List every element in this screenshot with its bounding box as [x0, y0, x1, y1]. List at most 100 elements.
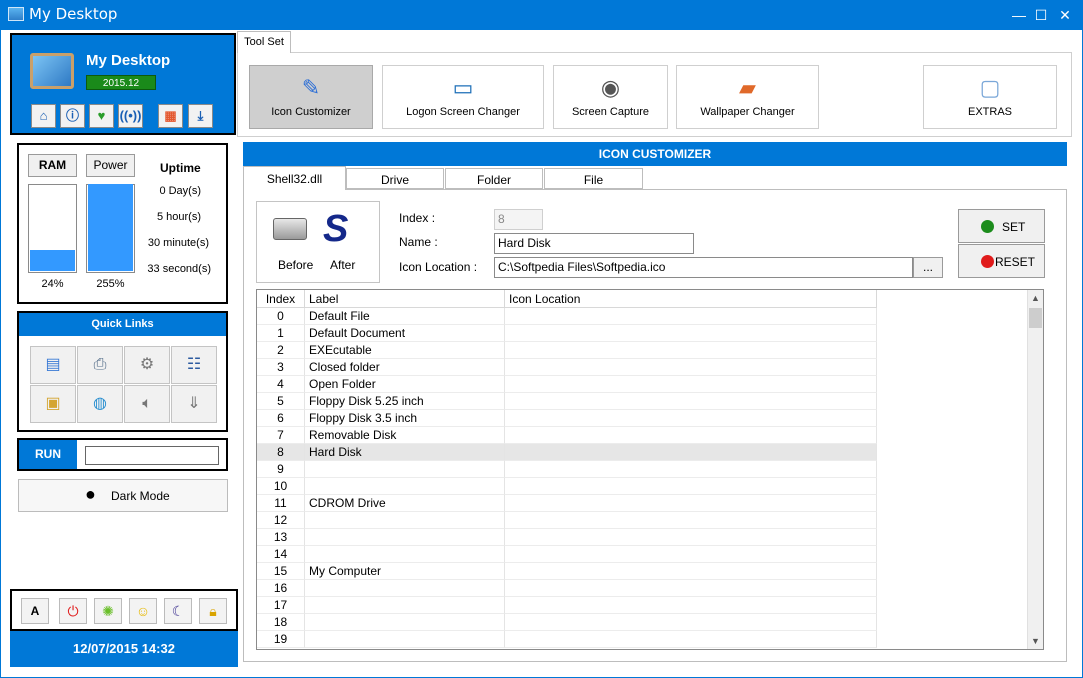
cell-label: My Computer: [305, 563, 505, 580]
table-row[interactable]: 18: [257, 614, 877, 631]
maximize-button[interactable]: ☐: [1030, 0, 1052, 30]
table-row[interactable]: 8 Hard Disk: [257, 444, 877, 461]
ram-button[interactable]: RAM: [28, 154, 77, 177]
tab-shell32[interactable]: Shell32.dll: [243, 166, 346, 190]
cell-icon-location: [505, 444, 877, 461]
tool-wallpaper-changer[interactable]: ▰ Wallpaper Changer: [676, 65, 819, 129]
name-label: Name :: [399, 235, 438, 249]
cell-index: 18: [257, 614, 305, 631]
apps-button[interactable]: ▦: [158, 104, 183, 128]
cell-index: 7: [257, 427, 305, 444]
font-size-button[interactable]: A: [21, 598, 49, 624]
table-row[interactable]: 19: [257, 631, 877, 648]
tab-drive[interactable]: Drive: [346, 168, 444, 189]
close-button[interactable]: ✕: [1054, 0, 1076, 30]
tool-logon-screen-changer[interactable]: ▭ Logon Screen Changer: [382, 65, 544, 129]
download-button[interactable]: ⤓: [188, 104, 213, 128]
moon-icon: ☾: [171, 603, 185, 619]
tool-screen-capture[interactable]: ◉ Screen Capture: [553, 65, 668, 129]
monitor-icon: ▭: [452, 75, 474, 100]
column-header-index[interactable]: Index: [257, 290, 305, 308]
cell-icon-location: [505, 342, 877, 359]
title-bar: My Desktop — ☐ ✕: [0, 0, 1083, 30]
favorite-button[interactable]: ♥: [89, 104, 114, 128]
quick-link-internet[interactable]: ◍: [77, 385, 123, 423]
minimize-button[interactable]: —: [1008, 0, 1030, 30]
cell-index: 5: [257, 393, 305, 410]
table-row[interactable]: 13: [257, 529, 877, 546]
set-button[interactable]: SET: [958, 209, 1045, 243]
quick-link-usb[interactable]: ⇓: [171, 385, 217, 423]
table-row[interactable]: 4 Open Folder: [257, 376, 877, 393]
table-row[interactable]: 11 CDROM Drive: [257, 495, 877, 512]
tool-icon-customizer[interactable]: ✎ Icon Customizer: [249, 65, 373, 129]
shutdown-button[interactable]: ⏻: [59, 598, 87, 624]
quick-link-sound[interactable]: 🔈︎: [124, 385, 170, 423]
cell-icon-location: [505, 631, 877, 648]
internet-icon: ◍: [93, 395, 107, 412]
power-percent: 255%: [96, 278, 125, 290]
run-button[interactable]: RUN: [19, 440, 77, 469]
table-row[interactable]: 0 Default File: [257, 308, 877, 325]
run-input[interactable]: [85, 446, 219, 465]
cell-icon-location: [505, 478, 877, 495]
power-button[interactable]: Power: [86, 154, 135, 177]
scroll-down-icon[interactable]: ▼: [1028, 633, 1043, 649]
table-row[interactable]: 10: [257, 478, 877, 495]
table-row[interactable]: 12: [257, 512, 877, 529]
table-row[interactable]: 17: [257, 597, 877, 614]
power-icon: ⏻: [67, 603, 79, 619]
cell-label: [305, 546, 505, 563]
table-row[interactable]: 7 Removable Disk: [257, 427, 877, 444]
quick-link-printer[interactable]: ⎙: [77, 346, 123, 384]
cell-icon-location: [505, 529, 877, 546]
table-row[interactable]: 5 Floppy Disk 5.25 inch: [257, 393, 877, 410]
icon-location-field[interactable]: C:\Softpedia Files\Softpedia.ico: [494, 257, 913, 278]
desktop-logo-icon: [30, 53, 74, 89]
tab-file[interactable]: File: [544, 168, 643, 189]
quick-links-title: Quick Links: [19, 313, 226, 336]
browse-button[interactable]: ...: [913, 257, 943, 278]
emoticon-button[interactable]: ☺: [129, 598, 157, 624]
scroll-up-icon[interactable]: ▲: [1028, 290, 1043, 306]
table-row[interactable]: 15 My Computer: [257, 563, 877, 580]
tab-tool-set[interactable]: Tool Set: [237, 31, 291, 53]
cell-index: 12: [257, 512, 305, 529]
cell-label: [305, 461, 505, 478]
table-row[interactable]: 14: [257, 546, 877, 563]
uptime-minutes: 30 minute(s): [147, 237, 209, 249]
vertical-scrollbar[interactable]: ▲ ▼: [1027, 290, 1043, 649]
cell-icon-location: [505, 393, 877, 410]
quick-link-settings[interactable]: ⚙: [124, 346, 170, 384]
quick-link-folder-options[interactable]: ▣: [30, 385, 76, 423]
cell-label: Floppy Disk 5.25 inch: [305, 393, 505, 410]
tab-folder[interactable]: Folder: [445, 168, 543, 189]
uptime-days: 0 Day(s): [159, 185, 201, 197]
info-button[interactable]: ⓘ: [60, 104, 85, 128]
home-button[interactable]: ⌂: [31, 104, 56, 128]
after-label: After: [330, 258, 356, 272]
quick-link-tasks[interactable]: ☷: [171, 346, 217, 384]
lock-button[interactable]: 🔒︎: [199, 598, 227, 624]
download-icon: ⤓: [197, 108, 204, 123]
broadcast-button[interactable]: ((•)): [118, 104, 143, 128]
table-row[interactable]: 9: [257, 461, 877, 478]
version-badge: 2015.12: [86, 75, 156, 90]
cell-icon-location: [505, 376, 877, 393]
tool-extras[interactable]: ▢ EXTRAS: [923, 65, 1057, 129]
cell-index: 6: [257, 410, 305, 427]
table-row[interactable]: 3 Closed folder: [257, 359, 877, 376]
sleep-button[interactable]: ☾: [164, 598, 192, 624]
table-row[interactable]: 1 Default Document: [257, 325, 877, 342]
scrollbar-thumb[interactable]: [1029, 308, 1042, 328]
table-row[interactable]: 6 Floppy Disk 3.5 inch: [257, 410, 877, 427]
lime-button[interactable]: ✺: [94, 598, 122, 624]
dark-mode-button[interactable]: ● Dark Mode: [18, 479, 228, 512]
name-field[interactable]: Hard Disk: [494, 233, 694, 254]
quick-link-network[interactable]: ▤: [30, 346, 76, 384]
table-row[interactable]: 2 EXEcutable: [257, 342, 877, 359]
column-header-icon-location[interactable]: Icon Location: [505, 290, 877, 308]
column-header-label[interactable]: Label: [305, 290, 505, 308]
table-row[interactable]: 16: [257, 580, 877, 597]
reset-button[interactable]: RESET: [958, 244, 1045, 278]
